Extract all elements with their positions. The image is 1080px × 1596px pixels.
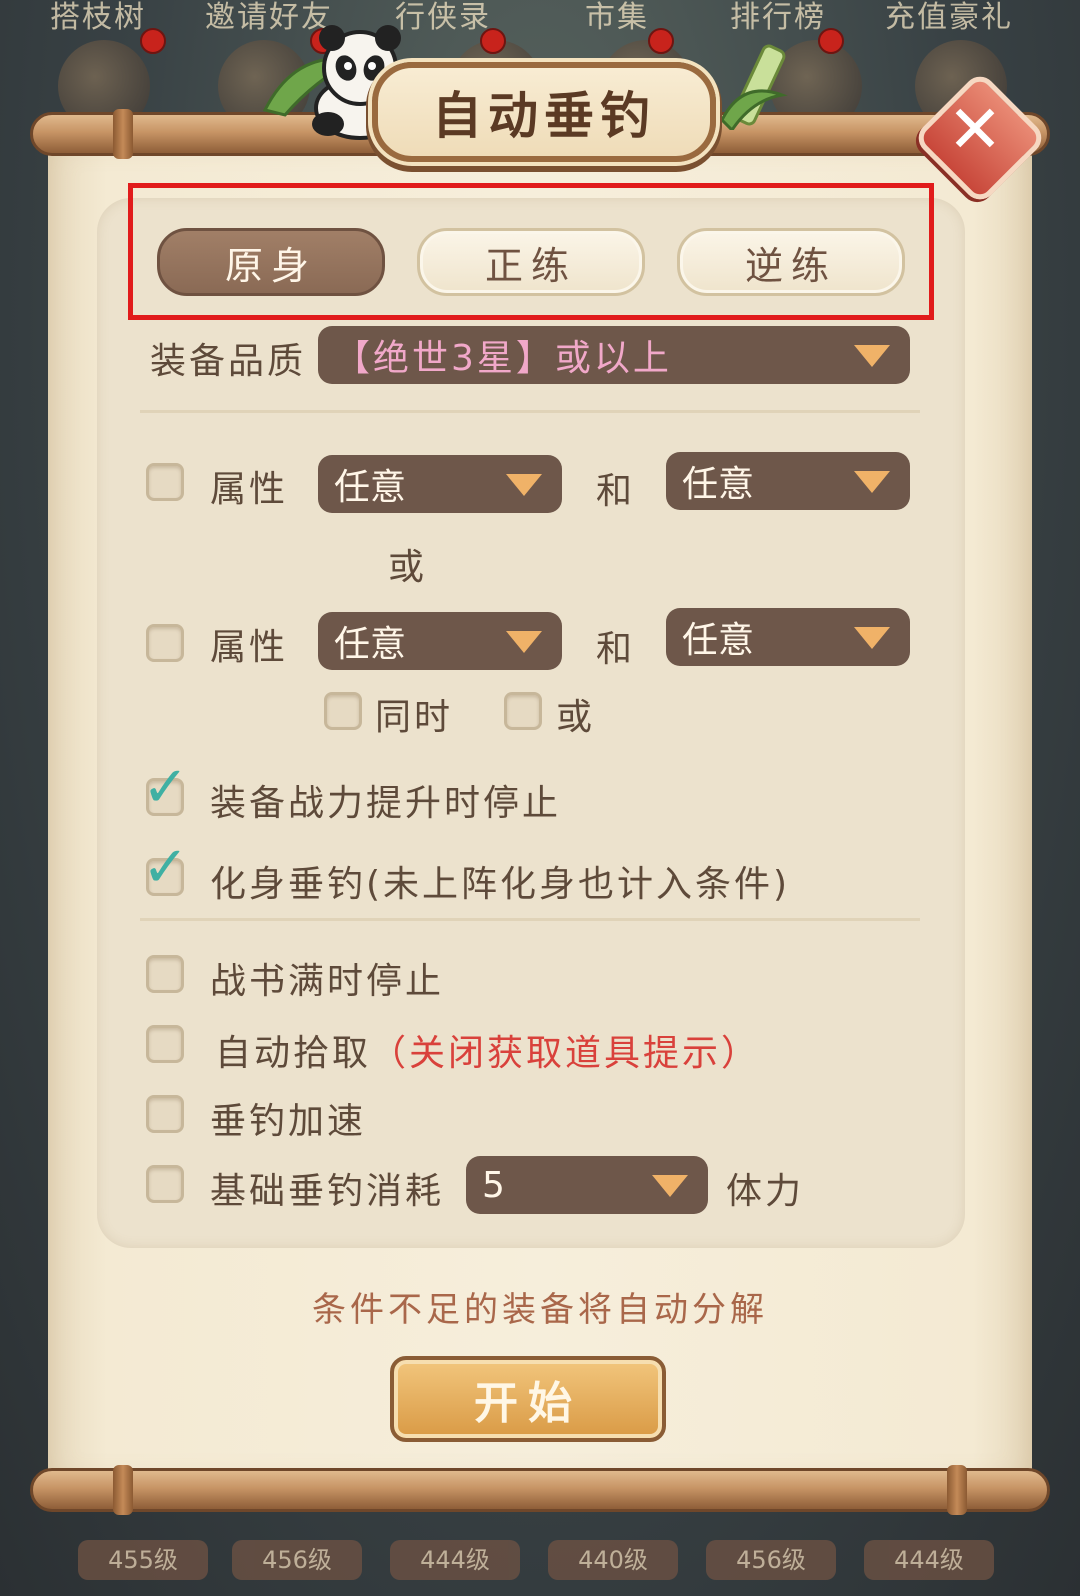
quality-label: 装备品质: [150, 341, 307, 382]
bg-level-badge: 444级: [864, 1540, 994, 1580]
bg-menu-label: 排行榜: [730, 0, 826, 35]
attribute-1a-dropdown[interactable]: 任意: [318, 455, 562, 513]
chevron-down-icon: [854, 627, 890, 649]
stop-on-power-up-label: 装备战力提升时停止: [210, 783, 562, 824]
tabs-highlight-box: [128, 183, 934, 320]
base-cost-checkbox[interactable]: [146, 1165, 184, 1203]
dropdown-value: 任意: [334, 624, 407, 665]
or-mode-checkbox[interactable]: [504, 692, 542, 730]
start-button[interactable]: 开始: [390, 1356, 666, 1442]
checkmark-icon: ✓: [142, 835, 189, 900]
avatar-fishing-label: 化身垂钓(未上阵化身也计入条件): [210, 864, 791, 905]
checkmark-icon: ✓: [142, 755, 189, 820]
and-label: 和: [596, 471, 636, 512]
decompose-hint: 条件不足的装备将自动分解: [312, 1290, 768, 1330]
auto-pickup-note: （关闭获取道具提示）: [370, 1033, 761, 1074]
quality-dropdown[interactable]: 【绝世3星】或以上: [318, 326, 910, 384]
and-label: 和: [596, 629, 636, 670]
attribute-1b-dropdown[interactable]: 任意: [666, 452, 910, 510]
dialog-title-plaque: 自动垂钓: [372, 62, 716, 162]
chevron-down-icon: [506, 631, 542, 653]
chevron-down-icon: [854, 471, 890, 493]
bg-level-badge: 440级: [548, 1540, 678, 1580]
attribute-2-label: 属性: [210, 627, 289, 668]
attribute-1-label: 属性: [210, 469, 289, 510]
auto-pickup-label: 自动拾取: [215, 1033, 372, 1074]
dropdown-value: 5: [482, 1164, 505, 1206]
background-top-menu: 搭枝树 邀请好友 行侠录 市集 排行榜 充值豪礼: [0, 0, 1080, 35]
base-cost-label: 基础垂钓消耗: [210, 1171, 445, 1212]
chevron-down-icon: [506, 474, 542, 496]
bg-level-badge: 444级: [390, 1540, 520, 1580]
bamboo-leaf-icon: [720, 44, 788, 130]
base-cost-dropdown[interactable]: 5: [466, 1156, 708, 1214]
quality-value: 【绝世3星】或以上: [334, 338, 672, 379]
dropdown-value: 任意: [682, 620, 755, 661]
divider: [140, 918, 920, 921]
attribute-2a-dropdown[interactable]: 任意: [318, 612, 562, 670]
simultaneous-checkbox[interactable]: [324, 692, 362, 730]
war-book-stop-label: 战书满时停止: [210, 961, 445, 1002]
dialog-title: 自动垂钓: [432, 87, 656, 145]
fishing-speedup-checkbox[interactable]: [146, 1095, 184, 1133]
simultaneous-label: 同时: [375, 697, 454, 738]
or-label: 或: [388, 547, 428, 588]
attribute-2-checkbox[interactable]: [146, 624, 184, 662]
or-mode-label: 或: [556, 697, 596, 738]
close-icon[interactable]: ✕: [932, 86, 1018, 172]
notification-dot-icon: [648, 28, 674, 54]
auto-pickup-checkbox[interactable]: [146, 1025, 184, 1063]
dropdown-value: 任意: [682, 464, 755, 505]
start-button-label: 开始: [474, 1378, 582, 1429]
attribute-1-checkbox[interactable]: [146, 463, 184, 501]
attribute-2b-dropdown[interactable]: 任意: [666, 608, 910, 666]
bg-menu-label: 市集: [585, 0, 649, 35]
notification-dot-icon: [480, 28, 506, 54]
bg-menu-label: 充值豪礼: [885, 0, 1013, 35]
chevron-down-icon: [652, 1175, 688, 1197]
war-book-stop-checkbox[interactable]: [146, 955, 184, 993]
bg-level-badge: 456级: [706, 1540, 836, 1580]
divider: [140, 410, 920, 413]
bg-level-badge: 456级: [232, 1540, 362, 1580]
bg-level-badge: 455级: [78, 1540, 208, 1580]
notification-dot-icon: [140, 28, 166, 54]
dropdown-value: 任意: [334, 467, 407, 508]
chevron-down-icon: [854, 345, 890, 367]
stamina-unit-label: 体力: [726, 1171, 805, 1212]
bg-menu-label: 搭枝树: [50, 0, 146, 35]
scroll-rod-bottom: [30, 1465, 1050, 1515]
fishing-speedup-label: 垂钓加速: [210, 1101, 367, 1142]
